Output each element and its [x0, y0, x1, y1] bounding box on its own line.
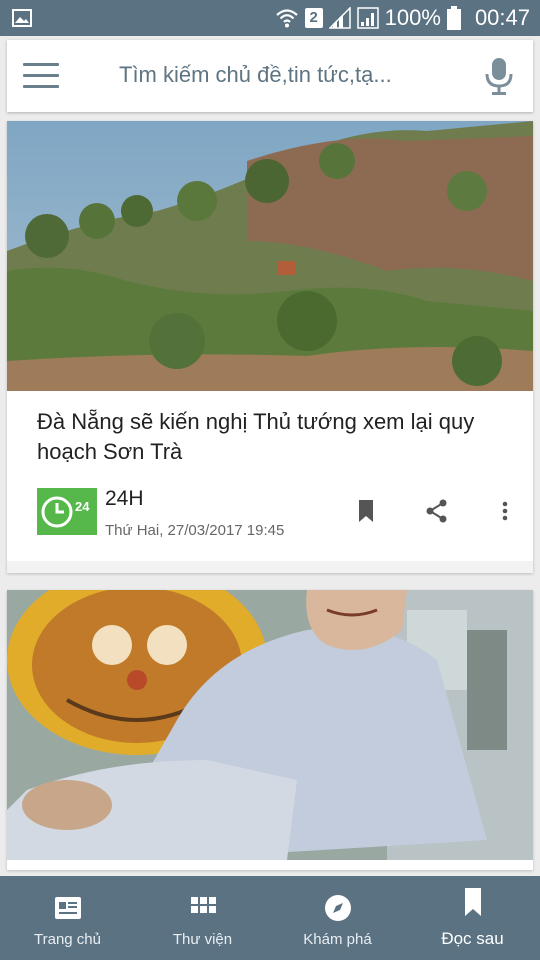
card-divider: [7, 561, 533, 573]
svg-text:24: 24: [75, 499, 90, 514]
menu-icon[interactable]: [23, 63, 59, 89]
clock: 00:47: [474, 5, 530, 30]
article-card[interactable]: [7, 590, 533, 870]
article-image[interactable]: [7, 590, 533, 860]
search-bar[interactable]: Tìm kiếm chủ đề,tin tức,tạ...: [7, 40, 533, 112]
share-icon[interactable]: [423, 497, 451, 525]
nav-read-later-label: Đọc sau: [441, 929, 504, 948]
wifi-icon: [275, 9, 298, 28]
nav-explore-label: Khám phá: [303, 931, 372, 948]
nav-explore[interactable]: Khám phá: [270, 876, 405, 960]
nav-home-label: Trang chủ: [34, 931, 101, 948]
bookmark-icon: [464, 888, 481, 916]
battery-icon: [446, 6, 461, 30]
article-date: Thứ Hai, 27/03/2017 19:45: [105, 522, 285, 539]
microphone-icon[interactable]: [483, 56, 515, 96]
article-image[interactable]: [7, 121, 533, 391]
article-title[interactable]: Đà Nẵng sẽ kiến nghị Thủ tướng xem lại q…: [37, 407, 507, 467]
article-card[interactable]: Đà Nẵng sẽ kiến nghị Thủ tướng xem lại q…: [7, 121, 533, 573]
compass-icon: [324, 895, 351, 921]
status-bar: 2 100% 00:47: [0, 0, 540, 36]
battery-percent: 100%: [384, 5, 441, 30]
clock-logo-icon: 24: [41, 496, 90, 528]
nav-library-label: Thư viện: [172, 931, 233, 948]
signal-icon-2: [356, 7, 379, 29]
nav-library[interactable]: Thư viện: [135, 876, 270, 960]
nav-read-later[interactable]: Đọc sau: [405, 876, 540, 960]
grid-icon: [190, 897, 216, 913]
search-input[interactable]: Tìm kiếm chủ đề,tin tức,tạ...: [119, 62, 392, 88]
bottom-navigation: Trang chủ Thư viện Khám phá Đọc sau: [0, 876, 540, 960]
more-options-icon[interactable]: [491, 497, 519, 525]
source-logo: 24: [37, 488, 97, 535]
bookmark-icon[interactable]: [352, 497, 380, 525]
sim-badge: 2: [304, 8, 323, 28]
gallery-icon: [12, 9, 32, 27]
status-right: 2 100% 00:47: [275, 0, 530, 36]
source-name[interactable]: 24H: [105, 487, 144, 511]
nav-home[interactable]: Trang chủ: [0, 876, 135, 960]
signal-icon: [328, 7, 351, 29]
newspaper-icon: [54, 897, 81, 919]
